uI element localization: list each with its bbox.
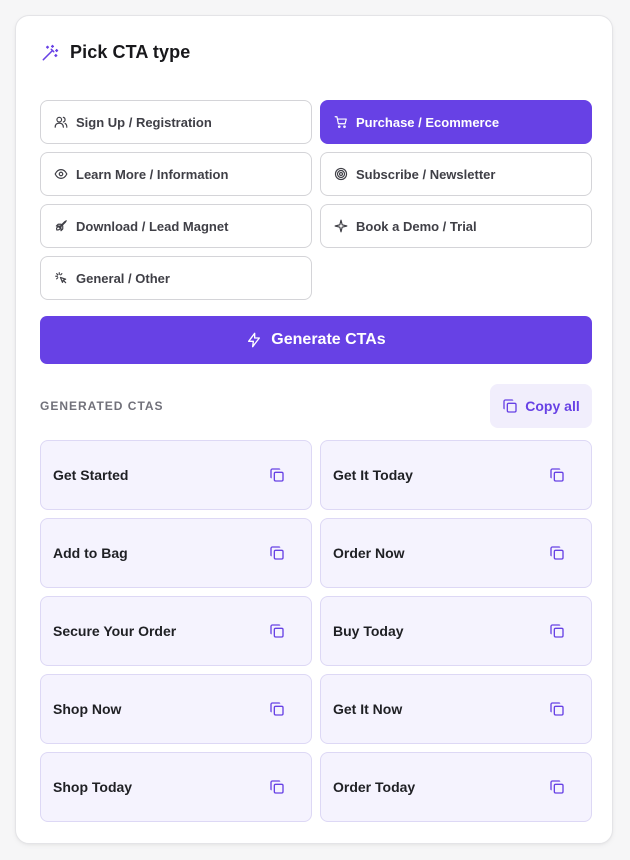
generated-cta-text: Order Now (333, 545, 405, 561)
generated-ctas-list: Get Started Get It Today Add to Bag Order N… (40, 440, 592, 822)
eye-icon (54, 167, 68, 181)
copy-all-button[interactable]: Copy all (490, 384, 592, 428)
generate-ctas-button[interactable]: Generate CTAs (40, 316, 592, 364)
copy-icon[interactable] (549, 701, 565, 717)
generated-cta-item: Get It Now (320, 674, 592, 744)
sparkle-icon (334, 219, 348, 233)
copy-icon[interactable] (549, 545, 565, 561)
results-header: GENERATED CTAS Copy all (40, 384, 592, 428)
copy-icon[interactable] (549, 779, 565, 795)
generated-cta-text: Secure Your Order (53, 623, 177, 639)
copy-icon[interactable] (269, 545, 285, 561)
card-header: Pick CTA type (40, 42, 190, 63)
target-icon (334, 167, 348, 181)
cta-type-label: Purchase / Ecommerce (356, 114, 500, 130)
generated-cta-text: Get Started (53, 467, 129, 483)
generated-cta-text: Order Today (333, 779, 416, 795)
generate-button-label: Generate CTAs (271, 331, 386, 348)
copy-icon (502, 398, 518, 414)
cta-type-download[interactable]: Download / Lead Magnet (40, 204, 312, 248)
cta-type-label: Learn More / Information (76, 166, 229, 182)
cta-type-subscribe[interactable]: Subscribe / Newsletter (320, 152, 592, 196)
page-title: Pick CTA type (70, 42, 191, 62)
copy-icon[interactable] (269, 623, 285, 639)
cta-type-label: Download / Lead Magnet (76, 218, 229, 234)
rocket-icon (54, 219, 68, 233)
users-icon (54, 115, 68, 129)
generated-cta-text: Shop Now (53, 701, 122, 717)
generated-cta-item: Shop Today (40, 752, 312, 822)
cta-type-purchase[interactable]: Purchase / Ecommerce (320, 100, 592, 144)
generated-cta-item: Secure Your Order (40, 596, 312, 666)
cta-picker-card: Pick CTA type Sign Up / Registration Pur… (15, 15, 613, 844)
copy-icon[interactable] (269, 701, 285, 717)
copy-icon[interactable] (549, 623, 565, 639)
generated-cta-text: Get It Now (333, 701, 403, 717)
generated-cta-item: Buy Today (320, 596, 592, 666)
cta-type-learn-more[interactable]: Learn More / Information (40, 152, 312, 196)
generated-cta-text: Buy Today (333, 623, 404, 639)
pointer-click-icon (54, 271, 68, 285)
cta-type-book-demo[interactable]: Book a Demo / Trial (320, 204, 592, 248)
generated-cta-item: Get Started (40, 440, 312, 510)
lightning-icon (246, 332, 262, 348)
generated-cta-text: Shop Today (53, 779, 133, 795)
cta-type-options: Sign Up / Registration Purchase / Ecomme… (40, 100, 592, 300)
copy-icon[interactable] (269, 467, 285, 483)
generated-cta-item: Get It Today (320, 440, 592, 510)
cta-type-sign-up[interactable]: Sign Up / Registration (40, 100, 312, 144)
copy-all-label: Copy all (525, 398, 580, 414)
cta-type-label: Sign Up / Registration (76, 114, 212, 130)
generated-cta-item: Add to Bag (40, 518, 312, 588)
magic-wand-icon (40, 43, 60, 63)
generated-cta-item: Order Today (320, 752, 592, 822)
cta-type-label: General / Other (76, 270, 170, 286)
cta-type-label: Book a Demo / Trial (356, 218, 477, 234)
copy-icon[interactable] (549, 467, 565, 483)
cta-type-label: Subscribe / Newsletter (356, 166, 496, 182)
results-section-label: GENERATED CTAS (40, 399, 164, 413)
generated-cta-item: Order Now (320, 518, 592, 588)
copy-icon[interactable] (269, 779, 285, 795)
cart-icon (334, 115, 348, 129)
generated-cta-text: Add to Bag (53, 545, 128, 561)
cta-type-general[interactable]: General / Other (40, 256, 312, 300)
generated-cta-item: Shop Now (40, 674, 312, 744)
generated-cta-text: Get It Today (333, 467, 413, 483)
